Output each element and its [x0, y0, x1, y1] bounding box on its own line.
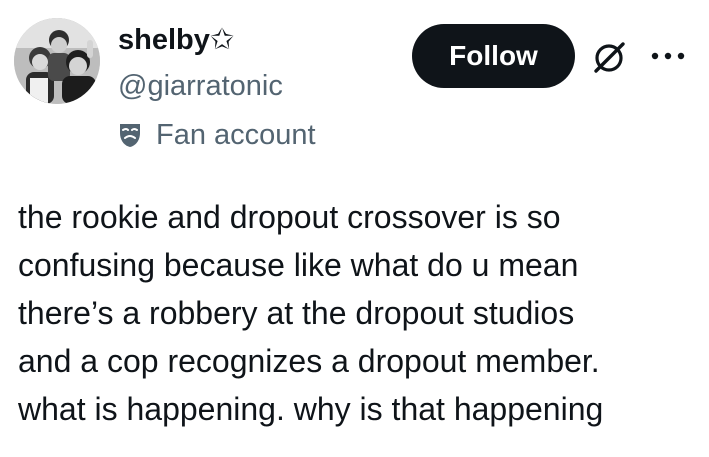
theater-mask-icon — [118, 121, 142, 149]
avatar[interactable] — [14, 18, 100, 104]
more-icon[interactable] — [646, 44, 690, 68]
tweet-text-line: the rookie and dropout crossover is so — [18, 199, 561, 235]
account-label: Fan account — [118, 117, 316, 153]
tweet-text-line: and a cop recognizes a dropout member. — [18, 343, 600, 379]
tweet-text-line: what is happening. why is that happening — [18, 391, 604, 427]
tweet-text-line: confusing because like what do u mean — [18, 247, 579, 283]
follow-button[interactable]: Follow — [412, 24, 575, 88]
grok-icon[interactable] — [590, 37, 630, 77]
avatar-photo — [14, 18, 100, 104]
display-name[interactable]: shelby✩ — [118, 22, 234, 58]
star-badge-icon: ✩ — [209, 24, 235, 56]
account-label-text: Fan account — [156, 119, 316, 151]
tweet-text-line: there’s a robbery at the dropout studios — [18, 295, 575, 331]
tweet-text: the rookie and dropout crossover is so c… — [18, 193, 698, 433]
display-name-text: shelby — [118, 24, 210, 56]
user-handle[interactable]: @giarratonic — [118, 68, 283, 104]
